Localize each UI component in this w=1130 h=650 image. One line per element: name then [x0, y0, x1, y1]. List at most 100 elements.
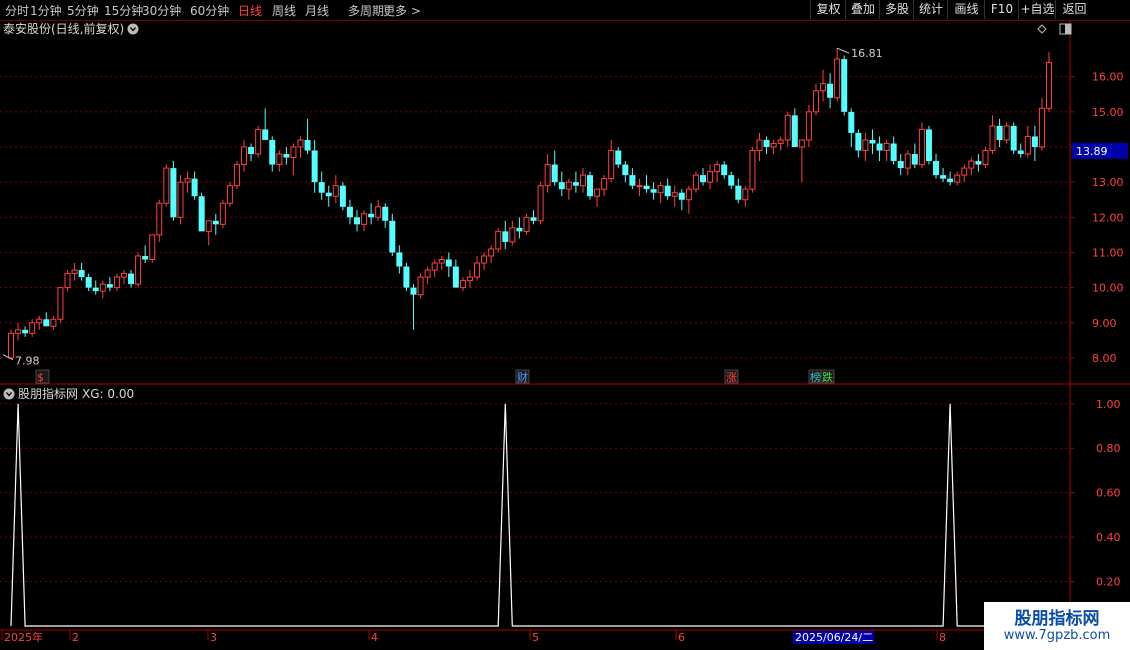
candle-body [474, 262, 481, 278]
candle-body [290, 146, 297, 159]
event-marker: $ [37, 371, 44, 384]
period-tab[interactable]: 更多 > [383, 2, 421, 19]
candle-body [43, 319, 50, 327]
candle-body [996, 125, 1003, 140]
main-chart-title: 泰安股份(日线,前复权) [3, 21, 124, 36]
candle-body [975, 161, 982, 165]
period-tab[interactable]: 日线 [238, 2, 262, 19]
date-label: 3 [210, 631, 217, 644]
candle-body [551, 164, 558, 183]
candle-body [565, 181, 572, 190]
candle-body [410, 287, 417, 295]
candle-body [142, 255, 149, 260]
candle-body [304, 139, 311, 151]
date-label: 5 [532, 631, 539, 644]
candle-body [615, 150, 622, 165]
cursor-date: 2025/06/24/二 [795, 631, 873, 644]
period-tab[interactable]: 30分钟 [142, 2, 181, 19]
candle-body [558, 182, 565, 190]
candle-body [1038, 107, 1045, 148]
candle-body [57, 287, 64, 320]
price-tick-label: 10.00 [1092, 282, 1124, 295]
candle-body [382, 206, 389, 221]
candle-body [523, 216, 530, 232]
candle-body [495, 230, 502, 250]
toolbar-button[interactable]: 复权 [810, 0, 846, 19]
candle-body [163, 167, 170, 204]
candle-body [749, 150, 756, 190]
toolbar-button[interactable]: +自选 [1018, 0, 1056, 19]
candle-body [862, 139, 869, 152]
candle-body [1024, 135, 1031, 155]
candle-body [791, 115, 798, 147]
candle-body [1010, 125, 1017, 151]
candle-body [763, 139, 770, 147]
candle-body [149, 234, 156, 260]
low-label: 7.98 [15, 355, 40, 368]
candle-body [1046, 62, 1052, 109]
toolbar-button[interactable]: 画线 [947, 0, 985, 19]
period-tab[interactable]: 5分钟 [67, 2, 99, 19]
candle-body [735, 185, 742, 200]
candle-body [156, 202, 163, 236]
candle-body [608, 150, 615, 180]
period-tab[interactable]: 15分钟 [104, 2, 143, 19]
candle-body [707, 171, 714, 183]
candle-body [488, 248, 495, 257]
candle-body [283, 154, 290, 158]
candle-body [509, 227, 516, 243]
candle-body [8, 332, 14, 359]
candle-body [544, 164, 551, 187]
toolbar-button[interactable]: 返回 [1055, 0, 1093, 19]
period-tab[interactable]: 分时 [5, 2, 29, 19]
candlestick-series: 16.81 7.98 $ 财 涨 榜跌 [2, 47, 1052, 384]
candle-body [664, 185, 671, 197]
period-tab[interactable]: 60分钟 [190, 2, 229, 19]
indicator-dropdown-icon [3, 388, 15, 400]
candle-body [368, 213, 375, 218]
diamond-icon [1037, 24, 1047, 34]
price-axis: 16.0015.0014.0013.0012.0011.0010.009.008… [1070, 71, 1128, 365]
watermark-logo: 股朋指标网 www.7gpzb.com [984, 602, 1130, 650]
period-tab[interactable]: 月线 [305, 2, 329, 19]
candle-body [276, 153, 283, 166]
candle-body [85, 277, 92, 288]
candle-body [834, 58, 841, 99]
period-tab[interactable]: 1分钟 [30, 2, 62, 19]
candle-body [481, 255, 488, 264]
candle-body [120, 273, 127, 278]
period-tab[interactable]: 周线 [272, 2, 296, 19]
indicator-panel: 1.00 0.80 0.60 0.40 0.20 [10, 398, 1121, 627]
candle-body [770, 142, 777, 148]
candle-body [466, 276, 473, 282]
candle-body [113, 276, 120, 289]
panel-toggle-icon-fill [1065, 24, 1071, 34]
grid [0, 76, 1070, 583]
toolbar-button[interactable]: 多股 [879, 0, 914, 19]
candle-body [876, 143, 883, 151]
candle-body [354, 217, 360, 225]
candle-body [452, 266, 459, 288]
candle-body [657, 185, 664, 194]
candle-body [925, 129, 932, 162]
candle-body [883, 142, 890, 152]
period-tab[interactable]: 多周期 [348, 2, 384, 19]
candle-body [601, 178, 608, 190]
candle-body [78, 270, 85, 278]
toolbar-button[interactable]: 叠加 [845, 0, 880, 19]
candle-body [22, 329, 29, 334]
toolbar-button[interactable]: 统计 [913, 0, 948, 19]
candle-body [205, 220, 212, 232]
candle-body [332, 185, 339, 197]
candle-body [756, 139, 763, 152]
candle-body [685, 188, 692, 201]
price-tick-label: 8.00 [1092, 352, 1117, 365]
candle-body [530, 217, 537, 221]
titles: 泰安股份(日线,前复权) 股朋指标网 XG: 0.00 [3, 21, 1072, 401]
candle-body [805, 111, 812, 141]
toolbar-button[interactable]: F10 [984, 0, 1019, 19]
candle-body [269, 139, 276, 165]
candle-body [827, 83, 834, 98]
candle-body [50, 318, 57, 327]
candle-body [389, 220, 396, 253]
